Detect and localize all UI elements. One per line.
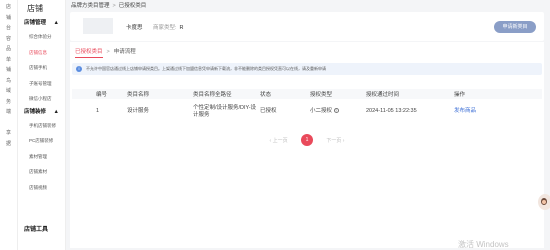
category-table: 编号 类目名称 类目名称全路径 状态 授权类型 授权通过时间 操作 1 设计服务…: [72, 89, 542, 124]
store-logo: [83, 18, 113, 34]
col-header-action: 操作: [454, 92, 466, 98]
store-type: 商家类型: R: [153, 23, 184, 31]
menu-group-decoration[interactable]: 店铺装修 ▲: [18, 107, 65, 118]
notice-banner: i 不允许中国官店通过线上店铺申请授类目。上架通过线下加盟信息凭申请新下载流，非…: [72, 63, 542, 75]
menu-item-store-mobile[interactable]: 店铺手机: [18, 60, 65, 76]
table-header-row: 编号 类目名称 类目名称全路径 状态 授权类型 授权通过时间 操作: [72, 89, 542, 99]
menu-item-material-manage[interactable]: 素材管理: [18, 149, 65, 165]
col-header-auth-type: 授权类型: [310, 92, 333, 98]
breadcrumb: 品牌方类目管理 > 已授权类目: [71, 1, 146, 9]
menu-item-pc-decoration[interactable]: PC店铺装修: [18, 133, 65, 149]
category-panel: 已授权类目 > 申请流程 i 不允许中国官店通过线上店铺申请授类目。上架通过线下加盟…: [70, 42, 544, 248]
menu-group-label: 店铺管理: [24, 20, 47, 26]
store-type-label: 商家类型:: [153, 25, 177, 31]
pagination: ‹ 上一页 1 下一页 ›: [70, 134, 544, 146]
col-header-id: 编号: [96, 92, 108, 98]
menu-group-store-tools[interactable]: 店铺工具: [18, 224, 48, 233]
cell-name: 设计服务: [127, 108, 150, 115]
cell-action: 发布商品: [452, 99, 542, 124]
col-header-path: 类目名称全路径: [193, 92, 232, 98]
menu-item-store-info[interactable]: 店铺信息: [18, 45, 65, 61]
col-header-status: 状态: [260, 92, 272, 98]
cell-status: 已授权: [260, 108, 277, 115]
rail-item-4[interactable]: 容: [0, 34, 17, 45]
menu-title: 店铺: [27, 4, 43, 13]
col-header-auth-time: 授权通过时间: [366, 92, 400, 98]
col-header-name: 类目名称: [127, 92, 150, 98]
table-row: 1 设计服务 个性定制/设计服务/DIY-设计服务 已授权 小二授权 ? 202…: [72, 99, 542, 124]
rail-item-5[interactable]: 品: [0, 44, 17, 55]
rail-item-11[interactable]: 端: [0, 107, 17, 118]
menu-group-label: 店铺装修: [24, 108, 47, 115]
rail-item-9[interactable]: 域: [0, 86, 17, 97]
menu-group-store-manage[interactable]: 店铺管理 ▲: [18, 18, 65, 29]
cell-auth-type: 小二授权 ?: [310, 99, 366, 124]
question-icon[interactable]: ?: [333, 108, 339, 114]
auth-type-text: 小二授权: [310, 108, 333, 115]
menu-item-store-video[interactable]: 店铺视频: [18, 180, 65, 196]
tab-separator: >: [106, 49, 110, 55]
left-rail: 店 铺 台 容 品 单 铺 鸟 域 务 端 享 据: [0, 0, 18, 250]
store-summary-card: 卡度思 商家类型: R 申请新类目: [70, 12, 544, 41]
info-icon: i: [76, 66, 82, 72]
assistant-face: [542, 200, 546, 204]
rail-item-8[interactable]: 鸟: [0, 76, 17, 87]
menu-item-mini-program[interactable]: 微信小程店: [18, 91, 65, 107]
cell-auth-time: 2024-11-05 13:22:35: [366, 108, 417, 115]
store-name: 卡度思: [126, 25, 143, 31]
rail-item-13[interactable]: 享: [0, 128, 17, 139]
store-type-value: R: [179, 25, 184, 31]
cell-path: 个性定制/设计服务/DIY-设计服务: [193, 105, 257, 118]
publish-product-link[interactable]: 发布商品: [454, 108, 476, 114]
rail-item-6[interactable]: 单: [0, 55, 17, 66]
menu-item-sub-accounts[interactable]: 子账号管理: [18, 76, 65, 92]
breadcrumb-current: 已授权类目: [118, 3, 147, 9]
tabs: 已授权类目 > 申请流程: [75, 47, 136, 58]
menu-item-mobile-decoration[interactable]: 手机店铺装修: [18, 118, 65, 134]
chevron-up-icon: ▲: [53, 108, 59, 115]
current-page-button[interactable]: 1: [301, 134, 313, 146]
menu-item-experience-score[interactable]: 综合体验分: [18, 29, 65, 45]
assistant-avatar-button[interactable]: [538, 194, 550, 210]
breadcrumb-separator: >: [112, 3, 116, 9]
rail-item-3[interactable]: 台: [0, 23, 17, 34]
store-menu: 店铺 店铺管理 ▲ 综合体验分 店铺信息 店铺手机 子账号管理 微信小程店 店铺…: [18, 0, 66, 250]
main-content: 品牌方类目管理 > 已授权类目 卡度思 商家类型: R 申请新类目 已授权类目 > 申请流…: [66, 0, 550, 250]
rail-item-2[interactable]: 铺: [0, 13, 17, 24]
rail-item-12[interactable]: [0, 118, 17, 129]
rail-item-10[interactable]: 务: [0, 97, 17, 108]
tab-authorized-categories[interactable]: 已授权类目: [75, 47, 103, 58]
menu-item-store-material[interactable]: 店铺素材: [18, 164, 65, 180]
chevron-up-icon: ▲: [53, 20, 59, 26]
breadcrumb-parent[interactable]: 品牌方类目管理: [71, 3, 110, 9]
apply-new-category-button[interactable]: 申请新类目: [494, 21, 536, 33]
prev-page-button[interactable]: ‹ 上一页: [270, 137, 288, 144]
rail-item-7[interactable]: 铺: [0, 65, 17, 76]
rail-item-14[interactable]: 据: [0, 139, 17, 150]
cell-id: 1: [96, 108, 100, 115]
windows-activation-watermark: 激活 Windows: [458, 240, 509, 249]
next-page-button[interactable]: 下一页 ›: [326, 137, 344, 144]
tab-apply-process[interactable]: 申请流程: [114, 47, 136, 57]
app: 店 铺 台 容 品 单 铺 鸟 域 务 端 享 据 店铺 店铺管理 ▲ 综合体验…: [0, 0, 550, 250]
notice-text: 不允许中国官店通过线上店铺申请授类目。上架通过线下加盟信息凭申请新下载流，非不能…: [86, 66, 326, 71]
rail-item-1[interactable]: 店: [0, 2, 17, 13]
